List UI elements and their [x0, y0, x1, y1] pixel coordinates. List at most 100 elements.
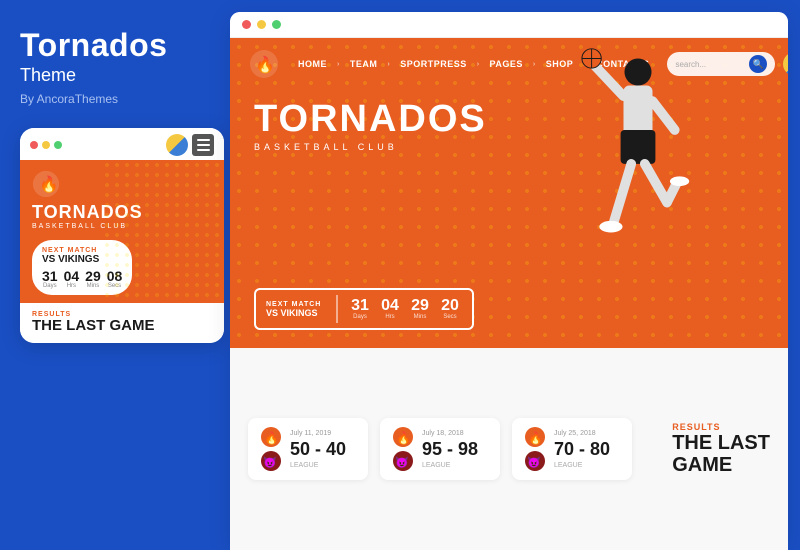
- team-logo-vikings-2: 😈: [392, 450, 414, 472]
- svg-text:🔥: 🔥: [39, 174, 59, 193]
- desktop-countdown-mins: 29 Mins: [408, 298, 432, 320]
- theme-title: Tornados: [20, 28, 167, 63]
- mobile-results-title: THE LAST GAME: [32, 318, 212, 335]
- burger-menu-icon[interactable]: [192, 134, 214, 156]
- result-logos-1: 🔥 😈: [260, 426, 282, 472]
- desktop-next-match-vs: VS VIKINGS: [266, 308, 326, 318]
- mobile-countdown-hrs-num: 04: [64, 269, 80, 283]
- browser-topbar: [230, 12, 788, 38]
- desktop-countdown-wrap: NEXT MATCH VS VIKINGS 31 Days 04 Hrs: [254, 288, 474, 330]
- browser-content: 🔥 HOME › TEAM › SPORTPRESS › PAGES › SHO…: [230, 38, 788, 550]
- result-league-1: League: [290, 462, 356, 469]
- team-logo-tornados-2: 🔥: [392, 426, 414, 448]
- mobile-countdown-mins-num: 29: [85, 269, 101, 283]
- desktop-cd-days-label: Days: [353, 314, 367, 320]
- svg-text:🔥: 🔥: [264, 431, 279, 445]
- svg-text:🔥: 🔥: [255, 55, 275, 74]
- result-score-1: 50 - 40: [290, 439, 356, 460]
- mobile-nav-icons: [166, 134, 214, 156]
- nav-link-pages[interactable]: PAGES: [490, 59, 523, 69]
- mobile-topbar: [20, 128, 224, 160]
- desktop-cd-secs-num: 20: [441, 298, 459, 314]
- nav-arrow: ›: [477, 61, 480, 68]
- result-league-2: League: [422, 462, 488, 469]
- desktop-results-label: RESULTS: [672, 422, 770, 432]
- mobile-countdown-hrs-label: Hrs: [67, 283, 76, 289]
- desktop-next-match-info: NEXT MATCH VS VIKINGS: [266, 301, 326, 318]
- mobile-dot-green: [54, 141, 62, 149]
- desktop-countdown-days: 31 Days: [348, 298, 372, 320]
- mobile-countdown-days: 31 Days: [42, 269, 58, 289]
- mobile-hero: 🔥 TORNADOS BASKETBALL CLUB NEXT MATCH VS…: [20, 160, 224, 303]
- desktop-next-match-label: NEXT MATCH: [266, 301, 326, 308]
- result-logos-2: 🔥 😈: [392, 426, 414, 472]
- nav-link-team[interactable]: TEAM: [350, 59, 378, 69]
- desktop-countdown-hrs: 04 Hrs: [378, 298, 402, 320]
- theme-subtitle: Theme: [20, 65, 76, 86]
- nav-avatar-icon: [783, 52, 788, 76]
- result-card-3: 🔥 😈 July 25, 2018 70 - 80 League: [512, 418, 632, 480]
- result-league-3: League: [554, 462, 620, 469]
- left-panel: Tornados Theme By AncoraThemes: [0, 0, 230, 550]
- result-score-3: 70 - 80: [554, 439, 620, 460]
- burger-line: [197, 149, 210, 151]
- result-info-2: July 18, 2018 95 - 98 League: [422, 430, 488, 469]
- team-logo-tornados-3: 🔥: [524, 426, 546, 448]
- team-logo-icon: 🔥: [32, 170, 60, 198]
- mobile-dot-yellow: [42, 141, 50, 149]
- result-card-1: 🔥 😈 July 11, 2019 50 - 40 League: [248, 418, 368, 480]
- avatar-icon: [166, 134, 188, 156]
- svg-text:🔥: 🔥: [528, 431, 543, 445]
- burger-line: [197, 139, 210, 141]
- mobile-dot-red: [30, 141, 38, 149]
- browser-dot-green: [272, 20, 281, 29]
- result-card-2: 🔥 😈 July 18, 2018 95 - 98 League: [380, 418, 500, 480]
- result-logos-3: 🔥 😈: [524, 426, 546, 472]
- mobile-window-dots: [30, 141, 62, 149]
- burger-line: [197, 144, 210, 146]
- desktop-cd-secs-label: Secs: [443, 314, 456, 320]
- nav-logo-icon: 🔥: [248, 48, 280, 80]
- nav-arrow: ›: [387, 61, 390, 68]
- result-info-1: July 11, 2019 50 - 40 League: [290, 430, 356, 469]
- team-logo-vikings-1: 😈: [260, 450, 282, 472]
- result-info-3: July 25, 2018 70 - 80 League: [554, 430, 620, 469]
- nav-link-home[interactable]: HOME: [298, 59, 327, 69]
- result-date-1: July 11, 2019: [290, 430, 356, 437]
- result-date-3: July 25, 2018: [554, 430, 620, 437]
- desktop-results-title: THE LASTGAME: [672, 432, 770, 476]
- desktop-cd-mins-num: 29: [411, 298, 429, 314]
- desktop-cd-hrs-label: Hrs: [385, 314, 394, 320]
- desktop-countdown: 31 Days 04 Hrs 29 Mins 20: [348, 298, 462, 320]
- desktop-results-label-card: RESULTS THE LASTGAME: [672, 418, 770, 480]
- svg-text:😈: 😈: [263, 456, 277, 469]
- mobile-countdown-mins: 29 Mins: [85, 269, 101, 289]
- team-logo-tornados-1: 🔥: [260, 426, 282, 448]
- svg-text:😈: 😈: [527, 456, 541, 469]
- nav-link-sportpress[interactable]: SPORTPRESS: [400, 59, 467, 69]
- svg-text:😈: 😈: [395, 456, 409, 469]
- browser-dot-red: [242, 20, 251, 29]
- svg-text:🔥: 🔥: [396, 431, 411, 445]
- mobile-results: RESULTS THE LAST GAME: [20, 303, 224, 343]
- browser-dot-yellow: [257, 20, 266, 29]
- desktop-cd-days-num: 31: [351, 298, 369, 314]
- desktop-hero: 🔥 HOME › TEAM › SPORTPRESS › PAGES › SHO…: [230, 38, 788, 348]
- result-score-2: 95 - 98: [422, 439, 488, 460]
- countdown-divider: [336, 295, 338, 323]
- desktop-results-section: 🔥 😈 July 11, 2019 50 - 40 League 🔥 😈 Jul…: [230, 348, 788, 550]
- mobile-countdown-days-num: 31: [42, 269, 58, 283]
- mobile-countdown-hrs: 04 Hrs: [64, 269, 80, 289]
- mobile-dots-bg: [102, 160, 224, 303]
- nav-arrow: ›: [337, 61, 340, 68]
- nav-arrow: ›: [533, 61, 536, 68]
- team-logo-vikings-3: 😈: [524, 450, 546, 472]
- desktop-countdown-secs: 20 Secs: [438, 298, 462, 320]
- mobile-countdown-mins-label: Mins: [87, 283, 100, 289]
- theme-author: By AncoraThemes: [20, 92, 118, 106]
- desktop-cd-mins-label: Mins: [414, 314, 427, 320]
- player-image: [568, 43, 708, 333]
- desktop-cd-hrs-num: 04: [381, 298, 399, 314]
- result-date-2: July 18, 2018: [422, 430, 488, 437]
- search-button[interactable]: 🔍: [749, 55, 767, 73]
